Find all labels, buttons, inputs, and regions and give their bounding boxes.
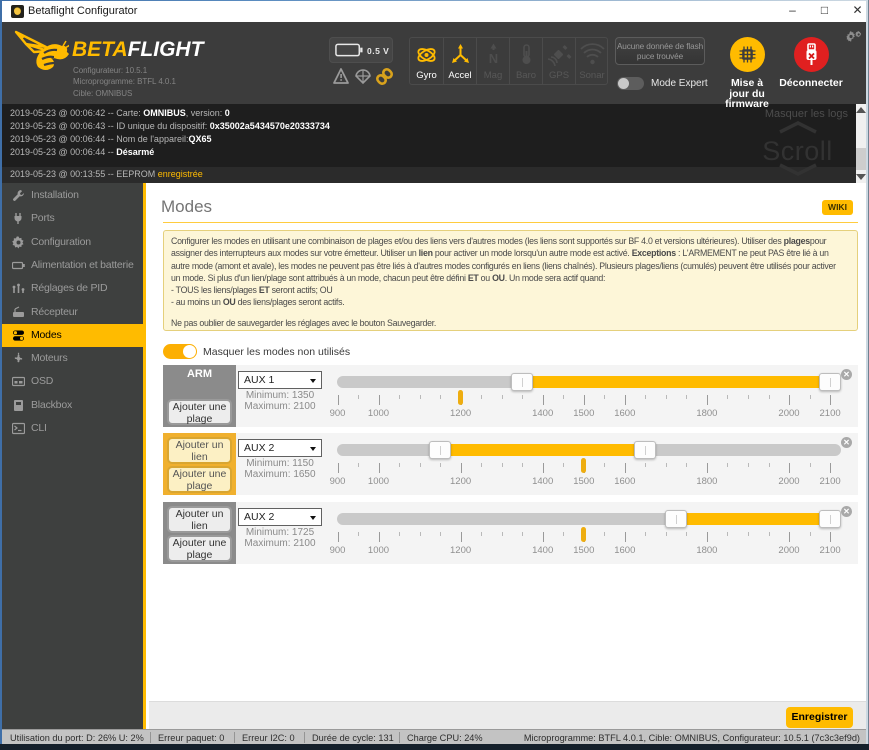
svg-text:N: N (489, 51, 498, 66)
